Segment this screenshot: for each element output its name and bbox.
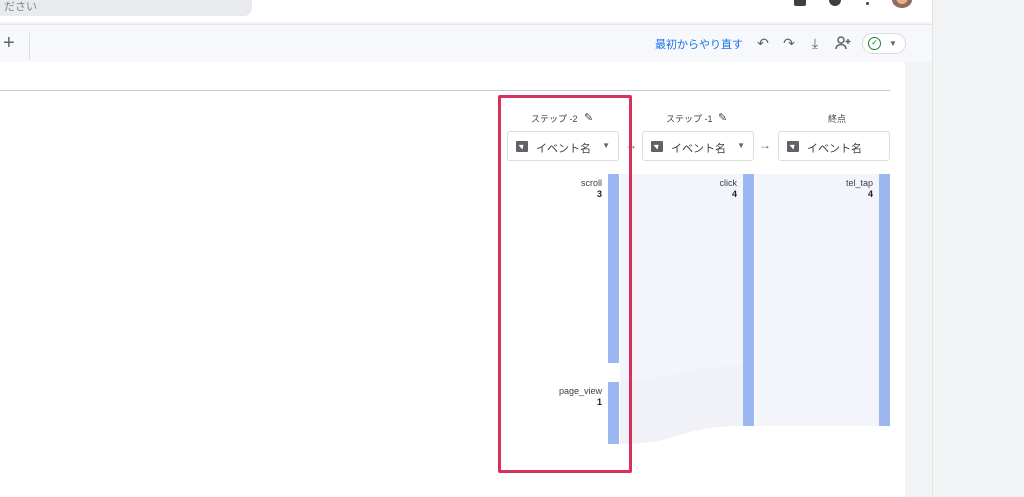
help-icon[interactable] — [829, 0, 841, 6]
bar-click[interactable] — [743, 174, 754, 426]
flow-band — [755, 174, 879, 426]
node-label-tel-tap: tel_tap — [845, 178, 873, 188]
avatar[interactable] — [892, 0, 912, 8]
add-tab-button[interactable]: + — [3, 33, 15, 53]
tab-divider — [29, 33, 30, 59]
step-header-minus-1: ステップ -1 — [666, 114, 713, 124]
reset-button[interactable]: 最初からやり直す — [655, 36, 743, 52]
apps-icon[interactable] — [794, 0, 806, 6]
node-label-click: click — [719, 178, 738, 188]
top-header: ださい — [0, 0, 932, 22]
chevron-down-icon: ▼ — [737, 141, 745, 150]
highlight-annotation-box — [498, 95, 632, 473]
more-options-icon[interactable] — [866, 2, 869, 5]
status-dropdown[interactable]: ✓ ▼ — [862, 33, 906, 54]
check-circle-icon: ✓ — [868, 37, 881, 50]
search-placeholder: ださい — [4, 1, 37, 13]
cursor-icon — [651, 141, 663, 152]
dimension-label: イベント名 — [671, 143, 726, 155]
flow-band-page-view — [620, 366, 743, 444]
step-dimension-select-endpoint[interactable]: イベント名 — [778, 131, 890, 161]
node-count-tel-tap: 4 — [867, 189, 873, 199]
search-input[interactable]: ださい — [0, 0, 252, 16]
toolbar: + 最初からやり直す ↶ ↷ ⤓ ✓ ▼ — [0, 24, 932, 62]
arrow-right-icon: → — [759, 138, 771, 152]
share-icon[interactable] — [834, 34, 852, 52]
divider — [0, 90, 890, 91]
dimension-label: イベント名 — [807, 143, 862, 155]
chevron-down-icon: ▼ — [889, 39, 897, 48]
step-dimension-select-minus-1[interactable]: イベント名 ▼ — [642, 131, 754, 161]
node-count-click: 4 — [731, 189, 737, 199]
exploration-panel: ステップ -2 ✎ イベント名 ▼ → ステップ -1 ✎ イベント名 ▼ → … — [0, 62, 905, 497]
pencil-icon[interactable]: ✎ — [718, 111, 727, 124]
cursor-icon — [787, 141, 799, 152]
side-strip — [932, 0, 1024, 497]
undo-icon[interactable]: ↶ — [754, 34, 772, 52]
bar-tel-tap[interactable] — [879, 174, 890, 426]
step-header-endpoint: 終点 — [828, 114, 847, 124]
download-icon[interactable]: ⤓ — [806, 34, 824, 52]
redo-icon[interactable]: ↷ — [780, 34, 798, 52]
